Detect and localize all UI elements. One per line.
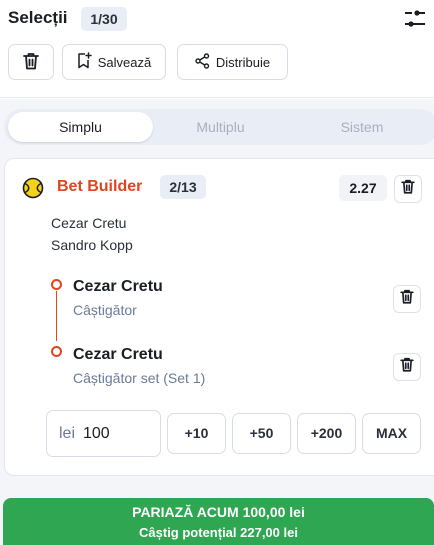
place-bet-label: PARIAZĂ ACUM 100,00 lei [132,504,305,520]
player-name: Cezar Cretu [51,215,127,231]
header: Selecții 1/30 [0,0,434,38]
selection-market: Câștigător set (Set 1) [73,370,206,386]
save-button[interactable]: Salvează [62,44,166,80]
page-title: Selecții [8,8,68,27]
share-icon [195,52,210,72]
remove-selection-button[interactable] [393,285,421,313]
tennis-ball-icon [22,177,44,199]
remove-selection-button[interactable] [393,353,421,381]
selections-count-badge: 1/30 [81,7,127,31]
selection-name: Cezar Cretu [73,346,163,363]
bet-type-tabs: Simplu Multiplu Sistem [4,109,434,145]
tab-simplu[interactable]: Simplu [8,112,153,142]
tab-sistem[interactable]: Sistem [292,112,432,142]
tab-multiplu[interactable]: Multiplu [149,112,292,142]
selection-name: Cezar Cretu [73,278,163,295]
potential-win-label: Câștig potențial 227,00 lei [139,525,298,540]
quick-stake-50-button[interactable]: +50 [232,413,291,454]
selection-dot [51,346,62,357]
stake-value: 100 [83,425,110,442]
share-label: Distribuie [215,54,271,70]
remove-bet-button[interactable] [394,175,422,203]
trash-icon [400,357,414,377]
toolbar: Salvează Distribuie [0,38,434,98]
odds-value: 2.27 [339,175,387,201]
player-name: Sandro Kopp [51,237,133,253]
stake-input[interactable]: lei 100 [46,410,161,457]
quick-stake-200-button[interactable]: +200 [297,413,356,454]
bet-builder-count: 2/13 [160,175,206,199]
selection-dot [51,279,62,290]
bookmark-add-icon [77,52,92,72]
bet-builder-title: Bet Builder [57,178,143,195]
save-label: Salvează [97,54,152,70]
trash-icon [401,179,415,199]
stake-currency: lei [59,425,76,442]
share-button[interactable]: Distribuie [177,44,288,80]
trash-icon [23,52,39,73]
selection-connector [56,291,57,341]
delete-all-button[interactable] [8,44,54,80]
trash-icon [400,289,414,309]
place-bet-button[interactable]: PARIAZĂ ACUM 100,00 lei Câștig potențial… [3,498,434,545]
quick-stake-10-button[interactable]: +10 [167,413,226,454]
settings-sliders-icon[interactable] [403,8,427,30]
selection-market: Câștigător [73,302,137,318]
max-stake-button[interactable]: MAX [362,413,421,454]
